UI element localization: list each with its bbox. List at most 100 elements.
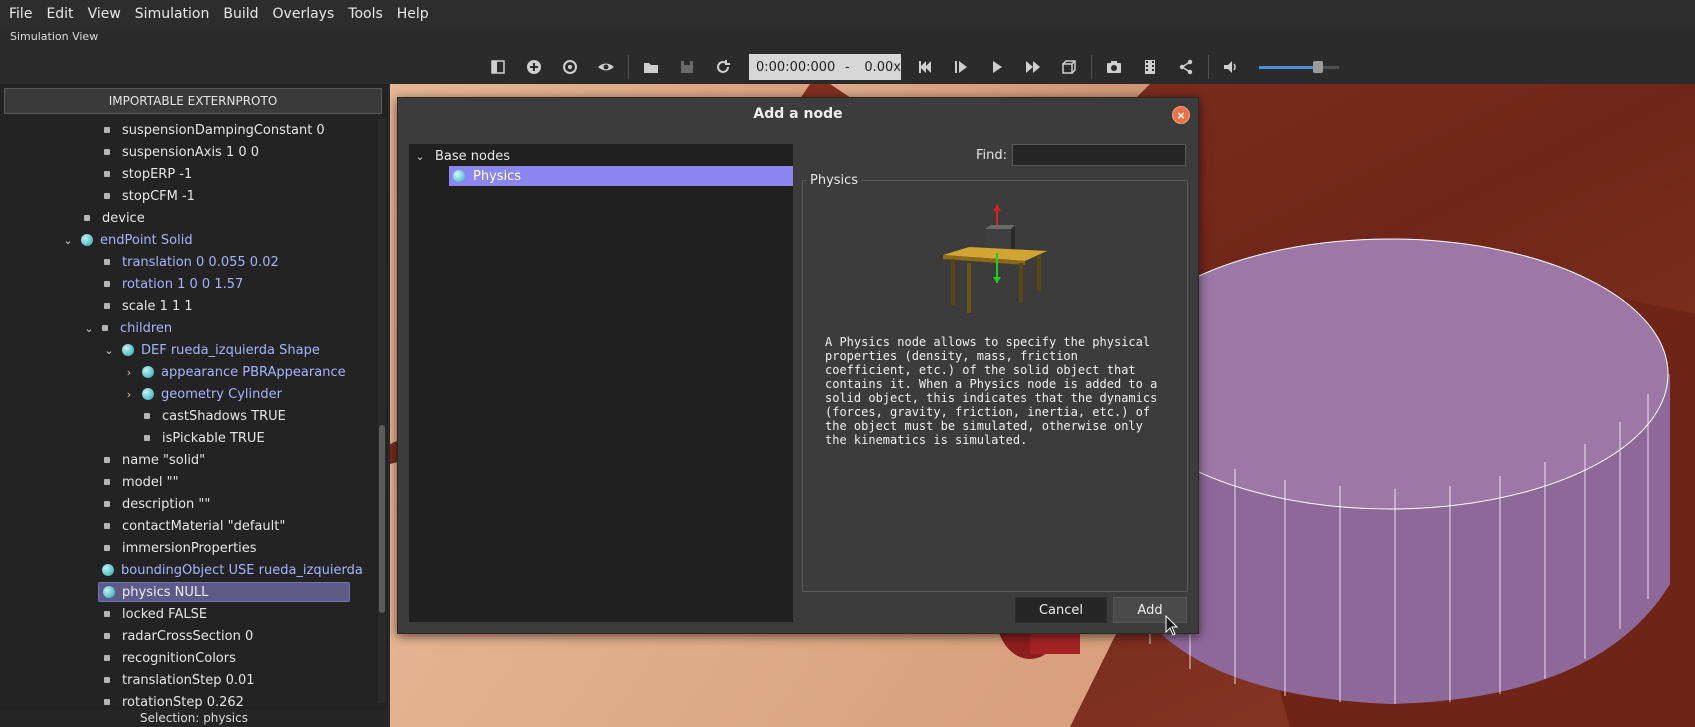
step-icon	[955, 61, 967, 73]
cancel-button[interactable]: Cancel	[1015, 597, 1107, 623]
add-node-button[interactable]	[516, 52, 552, 82]
tree-item[interactable]: rotationStep 0.262	[104, 692, 244, 712]
dialog-title: Add a node	[753, 106, 843, 122]
field-bullet-icon	[104, 633, 110, 639]
reset-viewpoint-button[interactable]	[552, 52, 588, 82]
record-movie-button[interactable]	[1132, 52, 1168, 82]
menu-file[interactable]: File	[4, 6, 37, 22]
scene-tree-scrollbar[interactable]	[378, 118, 386, 703]
menu-edit[interactable]: Edit	[41, 6, 78, 22]
tree-item[interactable]: ⌄ children	[84, 318, 172, 338]
tree-item[interactable]: device	[84, 208, 145, 228]
simulation-time: 0:00:00:000	[756, 59, 836, 75]
tree-item[interactable]: immersionProperties	[104, 538, 257, 558]
menu-help[interactable]: Help	[392, 6, 434, 22]
tree-item[interactable]: radarCrossSection 0	[104, 626, 253, 646]
tree-item[interactable]: contactMaterial "default"	[104, 516, 285, 536]
simulation-speed: 0.00x	[864, 59, 901, 75]
chevron-down-icon[interactable]: ⌄	[413, 150, 427, 163]
field-bullet-icon	[104, 677, 110, 683]
node-description: A Physics node allows to specify the phy…	[825, 335, 1158, 447]
menu-simulation[interactable]: Simulation	[130, 6, 215, 22]
field-bullet-icon	[84, 215, 90, 221]
field-bullet-icon	[104, 149, 110, 155]
volume-slider[interactable]	[1259, 52, 1339, 82]
reset-simulation-button[interactable]	[907, 52, 943, 82]
tree-item[interactable]: translation 0 0.055 0.02	[104, 252, 279, 272]
tree-item-selected[interactable]: physics NULL	[98, 582, 350, 602]
menu-bar: File Edit View Simulation Build Overlays…	[0, 0, 1695, 28]
volume-knob[interactable]	[1313, 61, 1324, 73]
open-world-button[interactable]	[633, 52, 669, 82]
node-icon	[122, 344, 134, 356]
mute-button[interactable]	[1213, 52, 1249, 82]
chevron-down-icon[interactable]: ⌄	[84, 322, 94, 335]
save-icon	[681, 61, 693, 73]
tree-item[interactable]: locked FALSE	[104, 604, 207, 624]
field-bullet-icon	[104, 501, 110, 507]
field-bullet-icon	[104, 171, 110, 177]
tree-item[interactable]: ⌄ endPoint Solid	[63, 230, 192, 250]
tree-item-physics[interactable]: Physics	[449, 166, 793, 186]
cube-icon	[1062, 60, 1076, 74]
tree-item[interactable]: boundingObject USE rueda_izquierda	[102, 560, 363, 580]
scene-tree-panel: IMPORTABLE EXTERNPROTO suspensionDamping…	[0, 84, 388, 727]
tree-item[interactable]: description ""	[104, 494, 210, 514]
plus-circle-icon	[527, 60, 541, 74]
reload-icon	[717, 60, 730, 73]
tree-item[interactable]: name "solid"	[104, 450, 205, 470]
run-button[interactable]	[979, 52, 1015, 82]
selection-status: Selection: physics	[0, 710, 388, 727]
save-world-button[interactable]	[669, 52, 705, 82]
tree-item[interactable]: castShadows TRUE	[144, 406, 286, 426]
share-button[interactable]	[1168, 52, 1204, 82]
toolbar-separator	[1208, 55, 1209, 79]
field-bullet-icon	[144, 413, 150, 419]
scrollbar-thumb[interactable]	[379, 425, 385, 613]
tree-item[interactable]: › appearance PBRAppearance	[124, 362, 346, 382]
screenshot-button[interactable]	[1096, 52, 1132, 82]
tree-item[interactable]: scale 1 1 1	[104, 296, 193, 316]
field-bullet-icon	[104, 523, 110, 529]
find-input[interactable]	[1012, 144, 1186, 166]
tree-item[interactable]: ⌄ DEF rueda_izquierda Shape	[104, 340, 319, 360]
share-icon	[1179, 59, 1193, 75]
importable-externproto-button[interactable]: IMPORTABLE EXTERNPROTO	[4, 88, 382, 114]
tree-item[interactable]: translationStep 0.01	[104, 670, 255, 690]
menu-build[interactable]: Build	[218, 6, 263, 22]
tree-item[interactable]: model ""	[104, 472, 179, 492]
menu-overlays[interactable]: Overlays	[268, 6, 340, 22]
find-label: Find:	[976, 148, 1008, 163]
node-icon	[81, 234, 93, 246]
node-icon	[453, 170, 465, 182]
toolbar-separator	[1091, 55, 1092, 79]
follow-object-button[interactable]	[588, 52, 624, 82]
toggle-scene-tree-button[interactable]	[480, 52, 516, 82]
reload-world-button[interactable]	[705, 52, 741, 82]
field-bullet-icon	[104, 611, 110, 617]
tree-item[interactable]: suspensionDampingConstant 0	[104, 120, 325, 140]
menu-tools[interactable]: Tools	[343, 6, 388, 22]
close-button[interactable]: ×	[1172, 106, 1190, 124]
chevron-right-icon[interactable]: ›	[124, 388, 134, 401]
fast-button[interactable]	[1015, 52, 1051, 82]
tree-item[interactable]: suspensionAxis 1 0 0	[104, 142, 259, 162]
chevron-down-icon[interactable]: ⌄	[63, 234, 73, 247]
tree-item[interactable]: rotation 1 0 0 1.57	[104, 274, 243, 294]
play-icon	[993, 61, 1002, 73]
menu-view[interactable]: View	[83, 6, 126, 22]
field-bullet-icon	[102, 325, 108, 331]
step-button[interactable]	[943, 52, 979, 82]
simulation-time-display: 0:00:00:000 - 0.00x	[749, 54, 901, 80]
close-icon: ×	[1176, 108, 1186, 122]
tree-item[interactable]: recognitionColors	[104, 648, 236, 668]
node-info-title: Physics	[807, 173, 862, 188]
chevron-right-icon[interactable]: ›	[124, 366, 134, 379]
tree-item[interactable]: isPickable TRUE	[144, 428, 265, 448]
tree-item[interactable]: stopERP -1	[104, 164, 192, 184]
tree-item-base-nodes[interactable]: ⌄ Base nodes	[413, 146, 510, 166]
chevron-down-icon[interactable]: ⌄	[104, 344, 114, 357]
tree-item[interactable]: › geometry Cylinder	[124, 384, 282, 404]
rendering-button[interactable]	[1051, 52, 1087, 82]
tree-item[interactable]: stopCFM -1	[104, 186, 195, 206]
